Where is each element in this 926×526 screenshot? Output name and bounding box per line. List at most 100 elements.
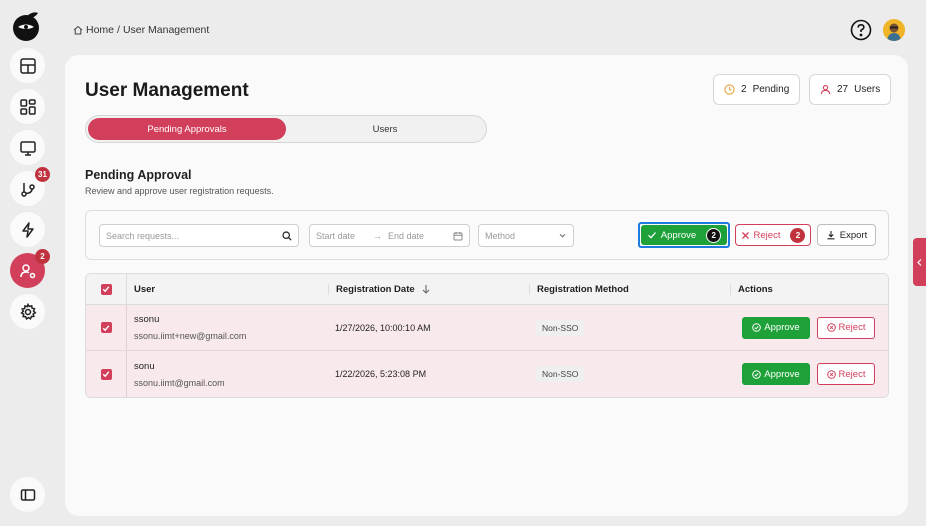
section-subtitle: Review and approve user registration req…	[85, 186, 274, 196]
close-icon	[741, 231, 749, 239]
bulk-approve-count: 2	[706, 227, 722, 243]
breadcrumb-home-link[interactable]: Home	[86, 24, 114, 36]
main-card: User Management 2 Pending 27 Users Pendi…	[65, 55, 908, 516]
chevron-left-icon	[917, 258, 922, 266]
help-icon[interactable]	[850, 19, 872, 41]
nav-apps-button[interactable]	[10, 89, 45, 124]
sidebar-collapse-button[interactable]	[10, 477, 45, 512]
table-header: User Registration Date Registration Meth…	[86, 274, 888, 305]
breadcrumb-current: User Management	[122, 24, 210, 36]
section-title: Pending Approval	[85, 168, 192, 182]
reject-button[interactable]: Reject	[817, 316, 875, 339]
method-select[interactable]: Method	[478, 224, 574, 247]
breadcrumb-separator: /	[117, 24, 120, 36]
nav-user-management-button[interactable]: 2	[10, 249, 50, 288]
lightning-icon	[21, 221, 34, 238]
search-input[interactable]: Search requests...	[99, 224, 299, 247]
method-cell: Non-SSO	[529, 319, 730, 336]
reject-button[interactable]: Reject	[817, 363, 875, 385]
search-icon	[282, 230, 292, 241]
row-actions: Approve Reject	[730, 316, 888, 339]
check-icon	[102, 324, 110, 331]
search-placeholder: Search requests...	[106, 230, 180, 241]
nav-git-button[interactable]: 31	[10, 167, 50, 206]
user-cell: ssonu ssonu.iimt+new@gmail.com	[127, 314, 328, 341]
home-icon	[73, 25, 83, 35]
registration-date: 1/27/2026, 10:00:10 AM	[335, 322, 431, 333]
user-avatar[interactable]	[883, 19, 905, 41]
gear-icon	[19, 302, 37, 320]
date-range-picker[interactable]: Start date → End date	[309, 224, 470, 247]
nav-settings-button[interactable]	[10, 294, 45, 329]
row-checkbox-cell	[86, 305, 127, 350]
approve-button[interactable]: Approve	[742, 316, 810, 339]
check-icon	[102, 286, 110, 293]
tab-users[interactable]: Users	[286, 118, 484, 140]
registration-date: 1/22/2026, 5:23:08 PM	[335, 369, 427, 379]
sidebar: 31 2	[0, 0, 54, 526]
sort-arrow-down-icon	[422, 285, 430, 294]
row-checkbox[interactable]	[100, 368, 112, 380]
grid-icon	[19, 98, 36, 115]
row-checkbox[interactable]	[100, 322, 112, 333]
bulk-reject-count: 2	[790, 227, 806, 243]
git-count-badge: 31	[35, 167, 50, 182]
filter-toolbar: Search requests... Start date → End date…	[85, 210, 889, 260]
check-icon	[647, 232, 656, 239]
users-stat[interactable]: 27 Users	[809, 74, 892, 105]
clock-icon	[724, 84, 735, 95]
method-badge: Non-SSO	[536, 366, 585, 382]
sidebar-toggle-icon	[20, 488, 35, 501]
user-email: ssonu.iimt@gmail.com	[134, 377, 225, 388]
check-circle-icon	[752, 323, 762, 332]
chevron-down-icon	[559, 233, 566, 238]
reject-label: Reject	[838, 368, 866, 380]
user-cell: sonu ssonu.iimt@gmail.com	[127, 361, 328, 388]
reject-label: Reject	[838, 322, 866, 333]
tab-pending-approvals[interactable]: Pending Approvals	[88, 118, 286, 140]
pending-table: User Registration Date Registration Meth…	[85, 273, 889, 398]
header-registration-date[interactable]: Registration Date	[328, 283, 529, 295]
x-circle-icon	[826, 369, 836, 379]
users-count: 27	[837, 84, 849, 95]
bulk-approve-button[interactable]: Approve 2	[638, 222, 730, 248]
git-branch-icon	[20, 182, 35, 197]
bulk-reject-label: Reject	[753, 229, 781, 241]
bulk-approve-inner: Approve 2	[641, 225, 727, 245]
user-name: sonu	[134, 360, 155, 372]
user-settings-icon	[19, 263, 35, 278]
table-row: sonu ssonu.iimt@gmail.com 1/22/2026, 5:2…	[86, 351, 888, 397]
breadcrumb: Home / User Management	[73, 24, 209, 36]
end-date-field[interactable]: End date	[388, 231, 424, 241]
method-badge: Non-SSO	[536, 319, 585, 336]
nav-monitor-button[interactable]	[10, 130, 45, 165]
select-all-checkbox[interactable]	[100, 283, 112, 295]
layout-icon	[19, 57, 36, 74]
app-logo[interactable]	[10, 10, 42, 42]
method-cell: Non-SSO	[529, 366, 730, 382]
method-placeholder: Method	[485, 230, 516, 241]
check-icon	[102, 371, 110, 378]
header-checkbox-cell	[86, 274, 127, 304]
bulk-reject-button[interactable]: Reject 2	[735, 224, 811, 246]
page-title: User Management	[85, 80, 249, 101]
nav-automation-button[interactable]	[10, 212, 45, 247]
approve-label: Approve	[764, 368, 800, 380]
start-date-field[interactable]: Start date	[316, 231, 355, 241]
nav-dashboard-button[interactable]	[10, 48, 45, 83]
header-registration-method: Registration Method	[529, 283, 730, 295]
users-count-badge: 2	[35, 249, 50, 264]
avatar-image	[883, 19, 905, 41]
table-row: ssonu ssonu.iimt+new@gmail.com 1/27/2026…	[86, 305, 888, 351]
user-icon	[820, 85, 831, 95]
approve-label: Approve	[764, 322, 800, 333]
user-email: ssonu.iimt+new@gmail.com	[134, 331, 247, 341]
monitor-icon	[19, 140, 36, 156]
pending-count: 2	[741, 84, 747, 95]
approve-button[interactable]: Approve	[742, 363, 810, 385]
pending-stat[interactable]: 2 Pending	[713, 74, 801, 105]
users-label: Users	[854, 84, 881, 95]
export-button[interactable]: Export	[817, 224, 876, 246]
side-panel-toggle[interactable]	[913, 238, 926, 286]
export-label: Export	[839, 229, 868, 241]
